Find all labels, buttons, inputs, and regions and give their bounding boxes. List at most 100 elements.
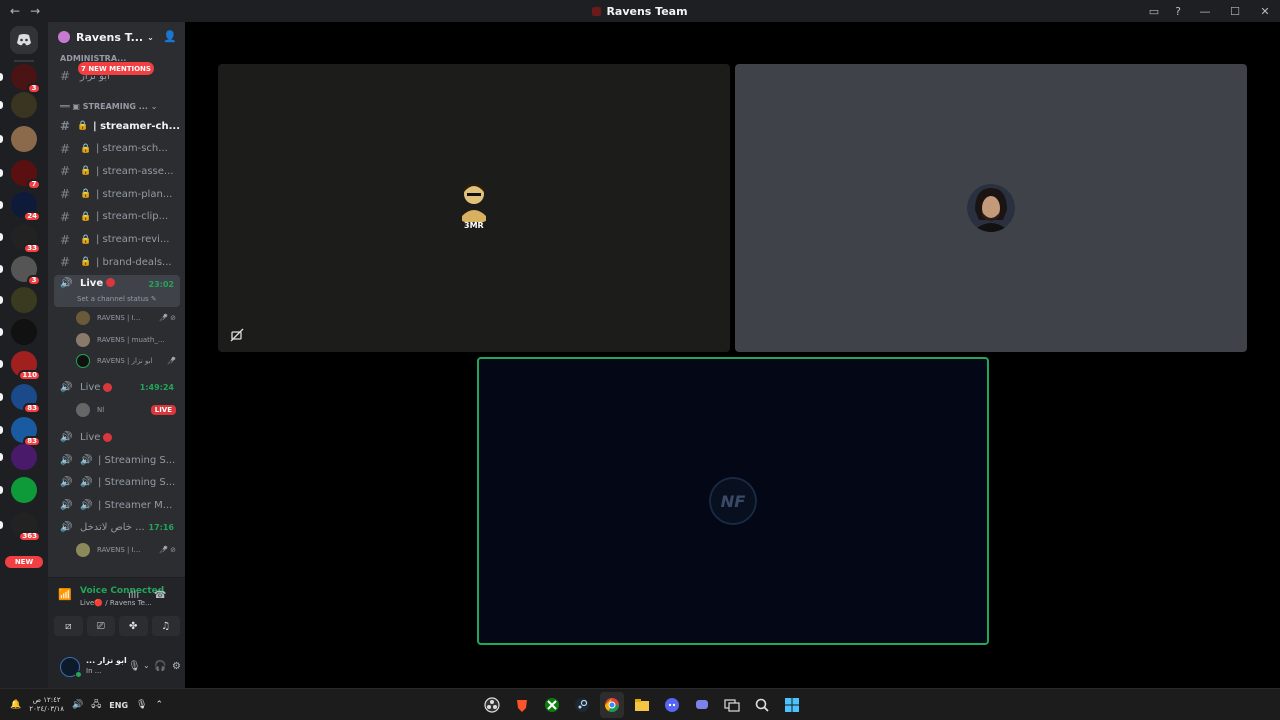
- chevron-down-icon[interactable]: ⌄: [143, 661, 150, 670]
- server-icon[interactable]: 110: [0, 351, 41, 381]
- windows-start-icon[interactable]: [780, 692, 804, 718]
- voice-channel-private[interactable]: 🔊 خاص لاتدخل ... 17:16: [54, 517, 180, 537]
- server-icon[interactable]: 3: [0, 64, 41, 94]
- mention-badge: 363: [18, 531, 41, 542]
- screen-share-button[interactable]: ⎚: [86, 616, 115, 636]
- voice-channel[interactable]: 🔊 🔊 | Streaming S...: [54, 450, 180, 470]
- task-view-icon[interactable]: [720, 692, 744, 718]
- chat-app-icon[interactable]: [690, 692, 714, 718]
- voice-user[interactable]: RAVENS | I... 🎤̸ ⊘: [76, 541, 180, 559]
- voice-user[interactable]: RAVENS | ابو نزار 🎤̸: [76, 352, 180, 370]
- channel-name: | Streaming S...: [98, 477, 176, 489]
- disconnect-icon[interactable]: ☎: [154, 590, 166, 601]
- volume-icon[interactable]: 🔊: [72, 700, 83, 710]
- unread-pill: [0, 426, 3, 434]
- server-icon[interactable]: 7: [0, 160, 41, 190]
- text-channel[interactable]: # 🔒 | stream-clip...: [54, 207, 180, 227]
- voice-user[interactable]: Nl LIVE: [76, 401, 180, 419]
- server-rail: 3 7 24 33 3 110 83 83 363 NEW: [0, 22, 48, 688]
- voice-channel-live-2[interactable]: 🔊 Live 1:49:24: [54, 377, 180, 397]
- server-icon[interactable]: 83: [0, 417, 41, 447]
- participant-tile[interactable]: [735, 64, 1247, 352]
- server-icon[interactable]: [0, 287, 37, 313]
- chrome-app-icon[interactable]: [600, 692, 624, 718]
- lock-icon: 🔒: [80, 189, 92, 200]
- mic-icon[interactable]: 🎙: [128, 661, 141, 672]
- channel-name: | Streamer M...: [98, 499, 173, 511]
- server-icon[interactable]: 363: [0, 512, 41, 542]
- file-explorer-app-icon[interactable]: [630, 692, 654, 718]
- settings-gear-icon[interactable]: ⚙: [172, 661, 181, 672]
- guild-header[interactable]: Ravens T... ⌄ 👤: [48, 22, 185, 52]
- server-icon[interactable]: [0, 126, 37, 152]
- new-mentions-pill[interactable]: 7 NEW MENTIONS: [78, 62, 154, 75]
- search-icon[interactable]: [750, 692, 774, 718]
- new-pill[interactable]: NEW: [5, 556, 43, 568]
- xbox-app-icon[interactable]: [540, 692, 564, 718]
- voice-connected-title[interactable]: Voice Connected: [80, 586, 164, 596]
- server-icon[interactable]: [0, 477, 37, 503]
- voice-channel[interactable]: 🔊 🔊 | Streamer M...: [54, 495, 180, 515]
- voice-user[interactable]: RAVENS | muath_...: [76, 331, 180, 349]
- obs-app-icon[interactable]: [480, 692, 504, 718]
- server-icon[interactable]: 33: [0, 224, 41, 254]
- signal-icon[interactable]: 📶: [58, 588, 72, 601]
- text-channel[interactable]: # 🔒 | stream-sch...: [54, 139, 180, 159]
- language-indicator[interactable]: ENG: [109, 701, 128, 710]
- participant-tile-speaking[interactable]: NF: [477, 357, 989, 645]
- unread-pill: [0, 101, 3, 109]
- microphone-icon[interactable]: 🎙: [136, 700, 147, 710]
- voice-channel[interactable]: 🔊 🔊 | Streaming S...: [54, 473, 180, 493]
- add-member-icon[interactable]: 👤: [163, 30, 177, 43]
- discord-app-icon[interactable]: [660, 692, 684, 718]
- participant-tile[interactable]: 3MR: [218, 64, 730, 352]
- server-icon[interactable]: [0, 444, 37, 470]
- hash-icon: #: [60, 69, 71, 83]
- steam-app-icon[interactable]: [570, 692, 594, 718]
- channel-status[interactable]: Set a channel status ✎: [77, 295, 157, 303]
- chevron-up-icon[interactable]: ⌃: [155, 700, 163, 710]
- voice-timer: 1:49:24: [139, 382, 174, 392]
- server-icon[interactable]: 3: [0, 256, 41, 286]
- camera-off-button[interactable]: ⧄: [54, 616, 83, 636]
- voice-channel-live-3[interactable]: 🔊 Live: [54, 427, 180, 447]
- user-name[interactable]: ... ابو نزار: [86, 656, 127, 665]
- avatar: [76, 311, 90, 325]
- channel-name: | stream-revi...: [96, 234, 170, 245]
- discord-home-icon[interactable]: [10, 26, 38, 54]
- voice-user[interactable]: RAVENS | I... 🎤̸ ⊘: [76, 309, 180, 327]
- notification-bell-icon[interactable]: 🔔: [10, 700, 21, 710]
- server-icon[interactable]: 83: [0, 384, 41, 414]
- server-icon[interactable]: [0, 319, 37, 345]
- server-icon[interactable]: [0, 92, 37, 118]
- close-button[interactable]: ✕: [1250, 0, 1280, 22]
- text-channel[interactable]: # 🔒 | stream-revi...: [54, 230, 180, 250]
- lock-icon: 🔒: [80, 234, 92, 245]
- chevron-down-icon: ⌄: [147, 32, 154, 42]
- noise-suppression-icon[interactable]: ıllı: [128, 590, 139, 601]
- forward-icon[interactable]: →: [30, 4, 40, 18]
- user-status: In ...: [86, 667, 102, 675]
- text-channel[interactable]: # 🔒 | stream-asse...: [54, 161, 180, 181]
- network-icon[interactable]: 🖧: [91, 697, 101, 713]
- category-streaming[interactable]: ══ ▣ STREAMING ... ⌄: [60, 102, 157, 111]
- unread-pill: [0, 296, 3, 304]
- help-icon[interactable]: ?: [1166, 0, 1190, 22]
- brave-app-icon[interactable]: [510, 692, 534, 718]
- live-dot: [103, 382, 113, 392]
- unread-pill: [0, 73, 3, 81]
- text-channel[interactable]: # 🔒 | stream-plan...: [54, 184, 180, 204]
- voice-connected-channel[interactable]: Live🔴 / Ravens Te...: [80, 599, 152, 607]
- voice-user-name: RAVENS | muath_...: [97, 335, 165, 344]
- activities-button[interactable]: ✤: [119, 616, 148, 636]
- soundboard-button[interactable]: ♫: [151, 616, 180, 636]
- back-icon[interactable]: ←: [10, 4, 20, 18]
- server-icon[interactable]: 24: [0, 192, 41, 222]
- text-channel[interactable]: # 🔒 | streamer-ch...: [54, 116, 180, 136]
- maximize-button[interactable]: ☐: [1220, 0, 1250, 22]
- minimize-button[interactable]: —: [1190, 0, 1220, 22]
- clock[interactable]: ١٢:٤٢ ص ٢٠٢٤/٠٣/١٨: [29, 696, 64, 714]
- inbox-icon[interactable]: ▭: [1142, 0, 1166, 22]
- headset-icon[interactable]: 🎧: [154, 661, 166, 672]
- text-channel[interactable]: # 🔒 | brand-deals...: [54, 252, 180, 272]
